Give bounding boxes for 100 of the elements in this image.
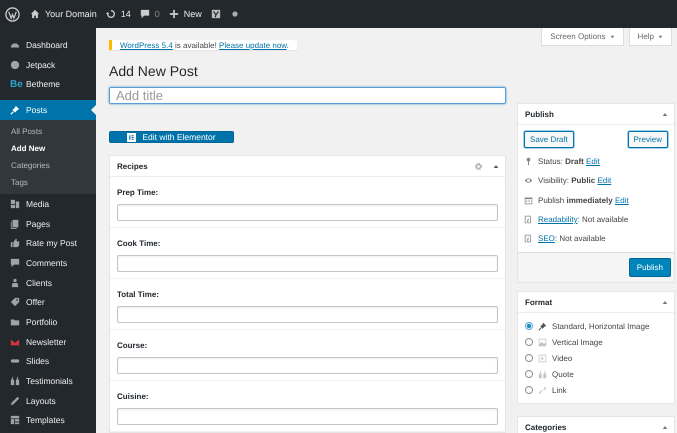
key-icon bbox=[524, 157, 533, 166]
publish-info: Readability: Not available bbox=[538, 215, 628, 224]
field-label: Cuisine: bbox=[117, 391, 149, 403]
text-field[interactable] bbox=[117, 204, 498, 221]
edit-link[interactable]: Edit bbox=[614, 196, 629, 205]
submenu-item[interactable]: All Posts bbox=[0, 123, 96, 140]
calendar-icon bbox=[524, 196, 533, 205]
text-field[interactable] bbox=[117, 255, 498, 272]
radio-button[interactable] bbox=[525, 370, 533, 378]
save-draft-button[interactable]: Save Draft bbox=[524, 131, 574, 148]
info-link[interactable]: SEO bbox=[538, 234, 555, 244]
edit-link[interactable]: Edit bbox=[586, 157, 600, 166]
pencil-icon bbox=[10, 396, 20, 406]
radio-button[interactable] bbox=[525, 338, 533, 346]
submenu-item[interactable]: Tags bbox=[0, 174, 96, 192]
logo-text: Be bbox=[10, 78, 20, 90]
menu-item[interactable]: Templates bbox=[0, 410, 96, 430]
option-label: Standard, Horizontal Image bbox=[552, 322, 650, 331]
menu-item[interactable]: Pages bbox=[0, 214, 96, 234]
panel-title: Format bbox=[525, 298, 554, 307]
comment-icon[interactable] bbox=[140, 9, 150, 19]
plus-icon[interactable] bbox=[168, 9, 179, 19]
option-label: Vertical Image bbox=[552, 338, 603, 347]
option-label: Link bbox=[552, 386, 567, 395]
edit-link[interactable]: Edit bbox=[597, 176, 612, 186]
screen-tab[interactable]: Screen Options bbox=[541, 28, 624, 46]
info-link[interactable]: Readability bbox=[538, 215, 578, 224]
menu-item[interactable]: Posts bbox=[0, 100, 96, 120]
option-label: Video bbox=[552, 354, 572, 363]
tag-icon bbox=[10, 297, 20, 308]
new-link[interactable]: New bbox=[184, 9, 202, 19]
collapse-icon[interactable] bbox=[493, 164, 499, 168]
current-pointer-icon bbox=[91, 105, 96, 116]
radio-button[interactable] bbox=[525, 322, 533, 330]
option-label: Quote bbox=[552, 370, 574, 379]
menu-item[interactable]: Dashboard bbox=[0, 35, 96, 55]
page-title: Add New Post bbox=[109, 62, 198, 80]
screen-tab[interactable]: Help bbox=[628, 28, 672, 46]
menu-item[interactable]: Newsletter bbox=[0, 332, 96, 352]
eye-icon bbox=[524, 176, 533, 186]
panel-title: Publish bbox=[525, 110, 555, 118]
collapse-icon[interactable] bbox=[662, 424, 668, 430]
publish-info: Visibility: Public Edit bbox=[538, 176, 612, 186]
y-logo-icon[interactable] bbox=[210, 9, 221, 19]
menu-item[interactable]: Comments bbox=[0, 253, 96, 273]
preview-button[interactable]: Preview bbox=[628, 131, 668, 148]
refresh-icon[interactable] bbox=[106, 9, 116, 19]
title-field[interactable]: Add title bbox=[109, 87, 506, 104]
field-label: Cook Time: bbox=[117, 238, 160, 250]
version-link[interactable]: WordPress 5.4 bbox=[120, 40, 173, 50]
radio-button[interactable] bbox=[525, 386, 533, 394]
submenu-item[interactable]: Categories bbox=[0, 157, 96, 174]
publish-button[interactable]: Publish bbox=[628, 258, 671, 278]
pages-icon bbox=[10, 218, 20, 229]
menu-item[interactable]: Media bbox=[0, 194, 96, 214]
menu-item[interactable]: Offer bbox=[0, 292, 96, 312]
menu-item[interactable]: Clients bbox=[0, 272, 96, 292]
publish-info: SEO: Not available bbox=[538, 234, 606, 244]
text-field[interactable] bbox=[117, 306, 498, 323]
y-logo-icon bbox=[524, 234, 533, 244]
menu-item[interactable]: Portfolio bbox=[0, 312, 96, 332]
publish-info: Status: Draft Edit bbox=[538, 157, 600, 166]
menu-item[interactable]: Be Betheme bbox=[0, 74, 96, 94]
panel-title: Recipes bbox=[117, 162, 149, 170]
wordpress-logo-icon[interactable] bbox=[5, 6, 20, 22]
quote-icon bbox=[10, 376, 20, 386]
submenu-item[interactable]: Add New bbox=[0, 140, 96, 158]
menu-item[interactable]: Rate my Post bbox=[0, 233, 96, 254]
folder-icon bbox=[10, 317, 20, 328]
text-field[interactable] bbox=[117, 408, 498, 425]
caret-icon bbox=[658, 34, 663, 38]
y-logo-icon bbox=[524, 215, 533, 224]
status-dot-icon bbox=[232, 11, 238, 17]
field-label: Prep Time: bbox=[117, 187, 158, 199]
grid-icon bbox=[10, 415, 20, 426]
home-icon[interactable] bbox=[30, 9, 40, 19]
video-icon bbox=[538, 354, 547, 363]
pin-icon bbox=[538, 322, 547, 331]
settings-icon[interactable] bbox=[474, 162, 483, 170]
pin-icon bbox=[10, 105, 20, 116]
comments-count: 0 bbox=[154, 9, 160, 19]
comment-icon bbox=[10, 258, 20, 268]
text-field[interactable] bbox=[117, 357, 498, 374]
quote-icon bbox=[538, 370, 547, 379]
site-name-link[interactable]: Your Domain bbox=[45, 9, 97, 19]
edit-with-elementor-button[interactable]: Edit with Elementor bbox=[109, 131, 234, 143]
publish-info: Publish immediately Edit bbox=[538, 196, 629, 205]
menu-item[interactable]: Jetpack bbox=[0, 54, 96, 74]
update-link[interactable]: Please update now bbox=[219, 40, 287, 50]
menu-item[interactable]: Slides bbox=[0, 352, 96, 372]
menu-item[interactable]: Layouts bbox=[0, 390, 96, 411]
radio-button[interactable] bbox=[525, 354, 533, 362]
menu-item[interactable]: Testimonials bbox=[0, 371, 96, 391]
field-label: Total Time: bbox=[117, 289, 159, 301]
circle-icon bbox=[10, 60, 20, 70]
media-icon bbox=[10, 198, 20, 209]
link-icon bbox=[538, 386, 547, 395]
people-icon bbox=[10, 278, 20, 288]
collapse-icon[interactable] bbox=[662, 300, 668, 305]
collapse-icon[interactable] bbox=[662, 112, 668, 116]
